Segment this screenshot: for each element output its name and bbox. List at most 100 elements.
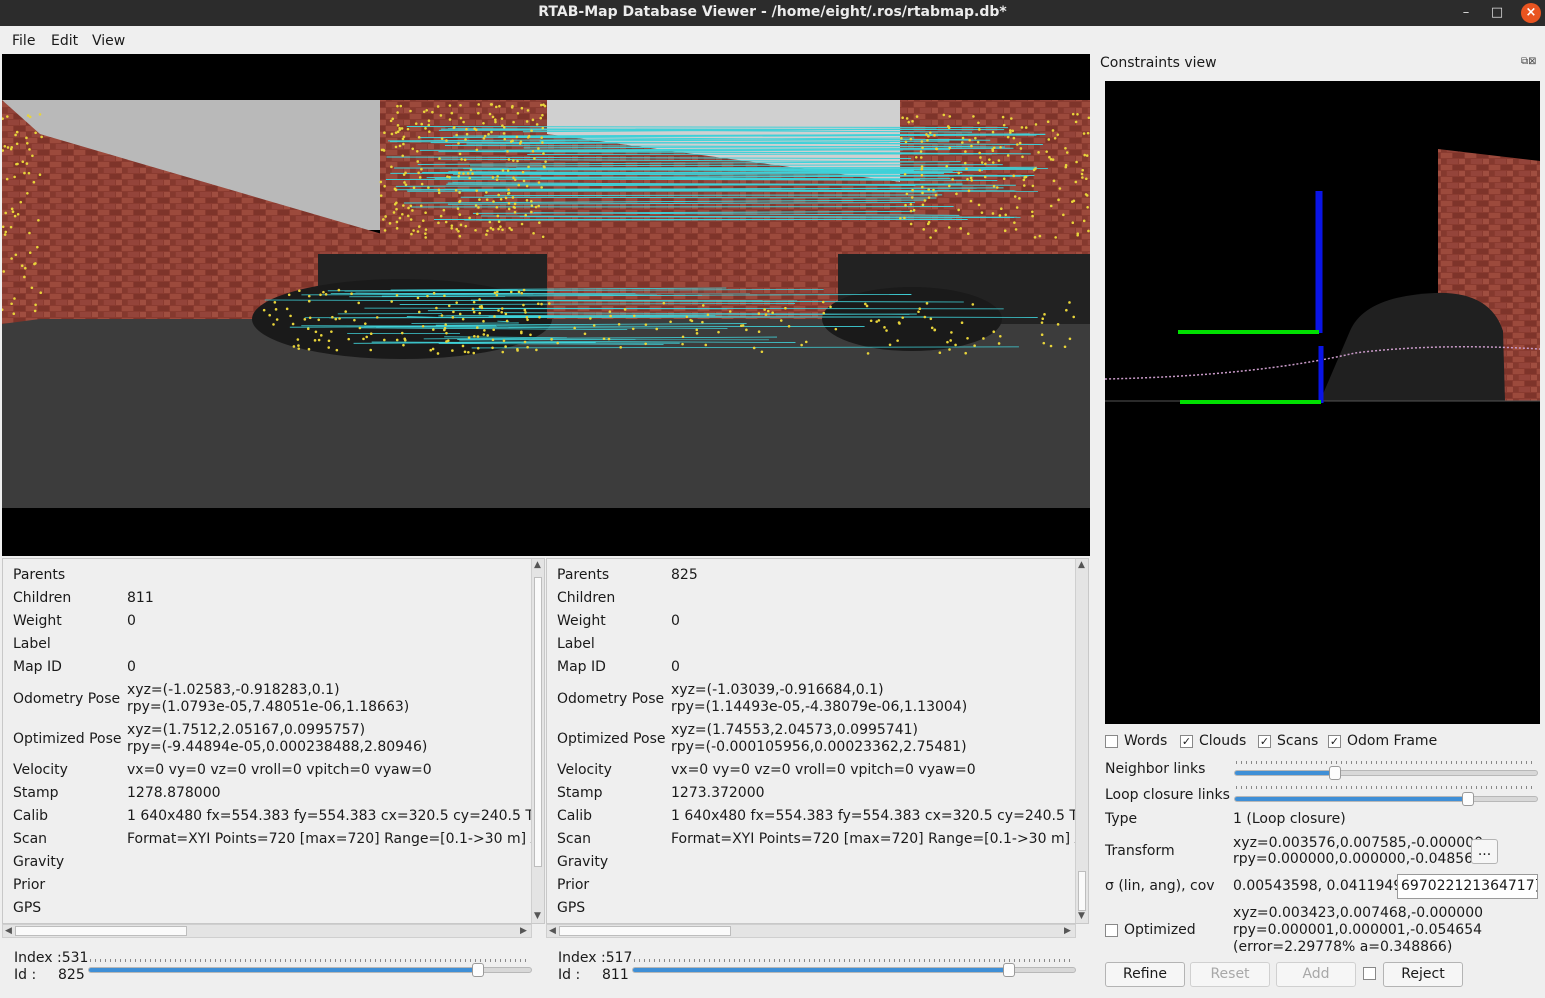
info-row: Velocity vx=0 vy=0 vz=0 vroll=0 vpitch=0 … <box>13 762 533 785</box>
scroll-thumb[interactable] <box>1078 871 1086 911</box>
info-value: 1 640x480 fx=554.383 fy=554.383 cx=320.5… <box>671 808 1089 824</box>
node-index-slider-right[interactable] <box>632 963 1076 977</box>
scroll-up-icon[interactable]: ▲ <box>534 560 541 570</box>
title-bar: RTAB-Map Database Viewer - /home/eight/.… <box>0 0 1545 26</box>
loop-closure-links-label: Loop closure links <box>1105 787 1230 803</box>
id-label-left: Id : <box>14 967 37 983</box>
index-label-left: Index :531 <box>14 950 89 966</box>
info-row: Scan Format=XYI Points=720 [max=720] Rang… <box>13 831 544 854</box>
constraints-3d-view[interactable] <box>1105 81 1540 724</box>
slider-fill <box>89 968 478 972</box>
info-value-line2: rpy=(1.14493e-05,-4.38079e-06,1.13004) <box>671 699 968 715</box>
info-key: Weight <box>557 613 606 629</box>
info-row: Optimized Pose xyz=(1.7512,2.05167,0.0995… <box>13 722 533 762</box>
id-value-right: 811 <box>602 967 629 983</box>
words-checkbox[interactable] <box>1105 735 1118 748</box>
reject-button[interactable]: Reject <box>1383 962 1463 987</box>
scroll-right-icon[interactable]: ▶ <box>520 926 527 936</box>
slider-handle[interactable] <box>1002 963 1015 977</box>
scroll-left-icon[interactable]: ◀ <box>5 926 12 936</box>
scroll-up-icon[interactable]: ▲ <box>1078 560 1085 570</box>
words-label: Words <box>1124 733 1168 749</box>
close-button[interactable]: × <box>1521 3 1541 23</box>
vertical-scrollbar[interactable]: ▲ ▼ <box>1075 559 1088 923</box>
optimized-rpy: rpy=0.000001,0.000001,-0.054654 <box>1233 922 1483 938</box>
id-label-right: Id : <box>558 967 581 983</box>
add-option-checkbox[interactable] <box>1363 967 1376 980</box>
info-key: Weight <box>13 613 62 629</box>
slider-handle[interactable] <box>471 963 484 977</box>
info-row: Prior <box>557 877 1077 900</box>
info-row: Parents 825 <box>557 567 1077 590</box>
info-row: Prior <box>13 877 533 900</box>
covariance-field[interactable]: 697022121364717] <box>1397 874 1538 899</box>
clouds-checkbox[interactable]: ✓ <box>1180 735 1193 748</box>
image-view[interactable] <box>2 54 1090 556</box>
scroll-down-icon[interactable]: ▼ <box>1078 911 1085 921</box>
info-key: Calib <box>13 808 49 824</box>
info-value-line2: rpy=(-0.000105956,0.00023362,2.75481) <box>671 739 967 755</box>
info-key: Children <box>557 590 616 606</box>
maximize-button[interactable]: □ <box>1487 3 1507 23</box>
dock-float-close-icons[interactable]: ⧉⊠ <box>1521 56 1537 67</box>
sigma-value: 0.00543598, 0.0411949 <box>1233 878 1403 894</box>
info-key: Parents <box>557 567 610 583</box>
info-value: 0 <box>127 659 136 675</box>
horizontal-scrollbar-right[interactable]: ◀ ▶ <box>546 924 1076 938</box>
minimize-button[interactable]: – <box>1456 3 1476 23</box>
neighbor-links-label: Neighbor links <box>1105 761 1206 777</box>
scroll-left-icon[interactable]: ◀ <box>549 926 556 936</box>
menu-view[interactable]: View <box>92 33 125 49</box>
info-key: Gravity <box>557 854 609 870</box>
horizontal-scrollbar-left[interactable]: ◀ ▶ <box>2 924 532 938</box>
info-key: Label <box>557 636 595 652</box>
reset-button[interactable]: Reset <box>1190 962 1270 987</box>
clouds-label: Clouds <box>1199 733 1247 749</box>
vertical-scrollbar[interactable]: ▲ ▼ <box>531 559 544 923</box>
slider-handle[interactable] <box>1461 792 1474 806</box>
info-row: Children <box>557 590 1077 613</box>
info-key: Prior <box>557 877 590 893</box>
info-key: GPS <box>13 900 42 916</box>
info-row: Calib 1 640x480 fx=554.383 fy=554.383 cx=… <box>557 808 1088 831</box>
info-value: xyz=(-1.02583,-0.918283,0.1) <box>127 682 340 698</box>
index-label-right: Index :517 <box>558 950 633 966</box>
optimized-checkbox[interactable] <box>1105 924 1118 937</box>
constraints-view-title: Constraints view <box>1100 55 1217 71</box>
scroll-thumb[interactable] <box>534 577 542 867</box>
odom-frame-checkbox[interactable]: ✓ <box>1328 735 1341 748</box>
info-key: Parents <box>13 567 66 583</box>
info-key: Label <box>13 636 51 652</box>
shadow-right <box>822 287 1002 351</box>
info-row: Stamp 1278.878000 <box>13 785 533 808</box>
refine-button[interactable]: Refine <box>1105 962 1185 987</box>
scans-checkbox[interactable]: ✓ <box>1258 735 1271 748</box>
optimized-label: Optimized <box>1124 922 1196 938</box>
info-row: Label <box>13 636 533 659</box>
info-value: vx=0 vy=0 vz=0 vroll=0 vpitch=0 vyaw=0 <box>671 762 976 778</box>
scroll-down-icon[interactable]: ▼ <box>534 911 541 921</box>
slider-fill <box>633 968 1009 972</box>
node-info-right[interactable]: Parents 825 Children Weight 0 Label Map ID 0 Odo… <box>546 558 1089 924</box>
menu-file[interactable]: File <box>12 33 35 49</box>
scroll-right-icon[interactable]: ▶ <box>1064 926 1071 936</box>
info-key: Gravity <box>13 854 65 870</box>
loop-closure-links-slider[interactable] <box>1234 792 1538 806</box>
scroll-thumb[interactable] <box>559 926 731 936</box>
scroll-thumb[interactable] <box>15 926 187 936</box>
info-key: Map ID <box>13 659 62 675</box>
info-row: Label <box>557 636 1077 659</box>
info-key: Calib <box>557 808 593 824</box>
info-value: 0 <box>671 659 680 675</box>
info-row: Weight 0 <box>557 613 1077 636</box>
info-row: Calib 1 640x480 fx=554.383 fy=554.383 cx=… <box>13 808 544 831</box>
slider-handle[interactable] <box>1328 766 1341 780</box>
node-index-slider-left[interactable] <box>88 963 532 977</box>
menu-edit[interactable]: Edit <box>51 33 78 49</box>
info-value: 1278.878000 <box>127 785 221 801</box>
transform-edit-button[interactable]: ... <box>1471 839 1498 864</box>
add-button[interactable]: Add <box>1276 962 1356 987</box>
neighbor-links-slider[interactable] <box>1234 766 1538 780</box>
node-info-left[interactable]: Parents Children 811 Weight 0 Label Map ID 0 Odo… <box>2 558 545 924</box>
info-row: Optimized Pose xyz=(1.74553,2.04573,0.099… <box>557 722 1077 762</box>
